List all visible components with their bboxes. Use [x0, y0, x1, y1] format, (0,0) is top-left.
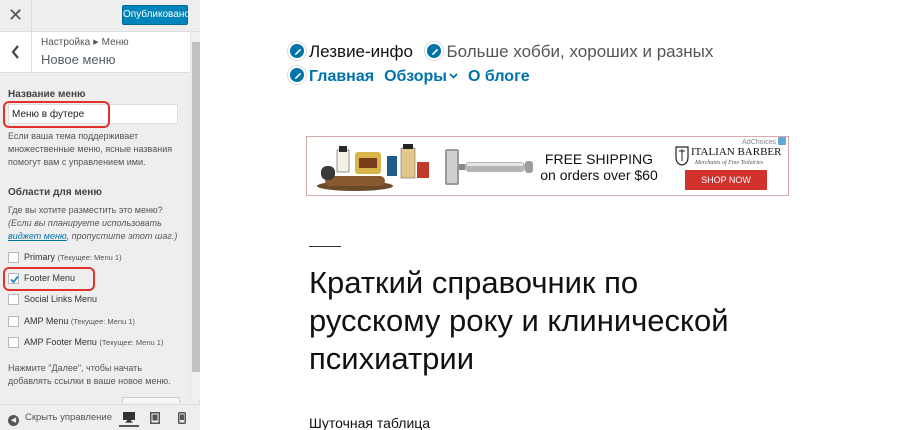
customizer-topbar: ✕ Опубликовано	[0, 0, 200, 32]
location-note: (Текущее: Menu 1)	[57, 253, 122, 262]
ad-brand-tagline: Merchants of Fine Toiletries	[695, 160, 764, 166]
highlight-frame	[3, 267, 95, 291]
ad-headline: FREE SHIPPING	[544, 151, 654, 167]
ad-brand-name: ITALIAN BARBER	[691, 146, 782, 158]
desktop-icon[interactable]	[119, 409, 139, 427]
next-button[interactable]	[122, 397, 180, 403]
site-branding: Лезвие-инфо Больше хобби, хороших и разн…	[288, 42, 713, 64]
shop-now-button[interactable]: SHOP NOW	[685, 170, 767, 190]
highlight-frame	[3, 101, 110, 128]
menu-locations-hint: (Если вы планируете использовать виджет …	[8, 217, 186, 243]
collapse-controls-button[interactable]: ◀ Скрыть управление	[8, 412, 112, 426]
back-button[interactable]	[0, 32, 32, 72]
edit-shortcut-icon[interactable]	[425, 42, 444, 60]
site-title[interactable]: Лезвие-инфо	[309, 42, 413, 61]
location-note: (Текущее: Menu 1)	[70, 317, 135, 326]
breadcrumb: Настройка ▶ Меню	[41, 37, 129, 48]
ad-banner[interactable]: AdChoices FREE SHIPPING on orders over $…	[306, 136, 789, 196]
next-step-help: Нажмите "Далее", чтобы начать добавлять …	[8, 363, 171, 386]
panel-scrollbar[interactable]	[190, 32, 200, 400]
tablet-icon[interactable]	[146, 409, 166, 427]
nav-item-reviews[interactable]: Обзоры	[384, 68, 458, 85]
menu-name-help: Если ваша тема поддерживает множественны…	[8, 131, 173, 167]
safety-razor-image	[445, 149, 533, 185]
menu-locations-question: Где вы хотите разместить это меню?	[8, 205, 163, 215]
hint-start: (Если вы планируете использовать	[8, 218, 162, 228]
menu-widget-link[interactable]: виджет меню	[8, 231, 67, 241]
location-label: Primary	[24, 252, 55, 262]
location-note: (Текущее: Menu 1)	[99, 338, 164, 347]
location-label: Social Links Menu	[24, 294, 98, 304]
breadcrumb-current: Меню	[101, 37, 129, 48]
italian-barber-logo: ITALIAN BARBER Merchants of Fine Toiletr…	[673, 144, 785, 170]
menu-name-label: Название меню	[8, 89, 86, 100]
content-divider	[309, 246, 341, 247]
chevron-left-icon	[11, 45, 19, 59]
site-description: Больше хобби, хороших и разных	[446, 42, 714, 61]
section-header: Настройка ▶ Меню Новое меню	[0, 32, 190, 73]
customizer-footer: ◀ Скрыть управление	[0, 404, 200, 430]
site-preview: Лезвие-инфо Больше хобби, хороших и разн…	[200, 0, 900, 430]
ad-subheadline: on orders over $60	[540, 167, 658, 183]
article-title[interactable]: Краткий справочник по русскому року и кл…	[309, 264, 769, 378]
section-title: Новое меню	[41, 52, 116, 67]
shaving-products-image	[317, 144, 429, 191]
nav-item-about[interactable]: О блоге	[468, 68, 530, 85]
scrollbar-thumb[interactable]	[192, 42, 200, 372]
crest-icon	[675, 146, 689, 166]
customizer-panel: ✕ Опубликовано Настройка ▶ Меню Новое меню…	[0, 0, 200, 430]
nav-item-label: Обзоры	[384, 68, 447, 85]
checkbox[interactable]	[8, 294, 19, 305]
nav-item-home[interactable]: Главная	[309, 68, 374, 85]
collapse-label: Скрыть управление	[25, 412, 113, 423]
edit-shortcut-icon[interactable]	[288, 42, 306, 60]
collapse-icon: ◀	[8, 415, 19, 426]
location-label: AMP Menu	[24, 316, 69, 326]
mobile-icon[interactable]	[174, 409, 194, 427]
checkbox[interactable]	[8, 252, 19, 263]
publish-button[interactable]: Опубликовано	[122, 5, 190, 25]
menu-locations-label: Области для меню	[8, 187, 102, 198]
close-icon[interactable]: ✕	[0, 0, 32, 32]
checkbox[interactable]	[8, 316, 19, 327]
main-navigation: Главная Обзоры О блоге	[288, 66, 540, 88]
checkbox[interactable]	[8, 337, 19, 348]
breadcrumb-separator-icon: ▶	[93, 39, 99, 46]
hint-end: , пропустите этот шаг.)	[66, 231, 178, 241]
edit-shortcut-icon[interactable]	[288, 66, 306, 84]
location-label: AMP Footer Menu	[24, 337, 97, 347]
article-subtitle: Шуточная таблица	[309, 415, 431, 430]
breadcrumb-parent: Настройка	[41, 37, 91, 48]
chevron-down-icon	[449, 73, 458, 79]
